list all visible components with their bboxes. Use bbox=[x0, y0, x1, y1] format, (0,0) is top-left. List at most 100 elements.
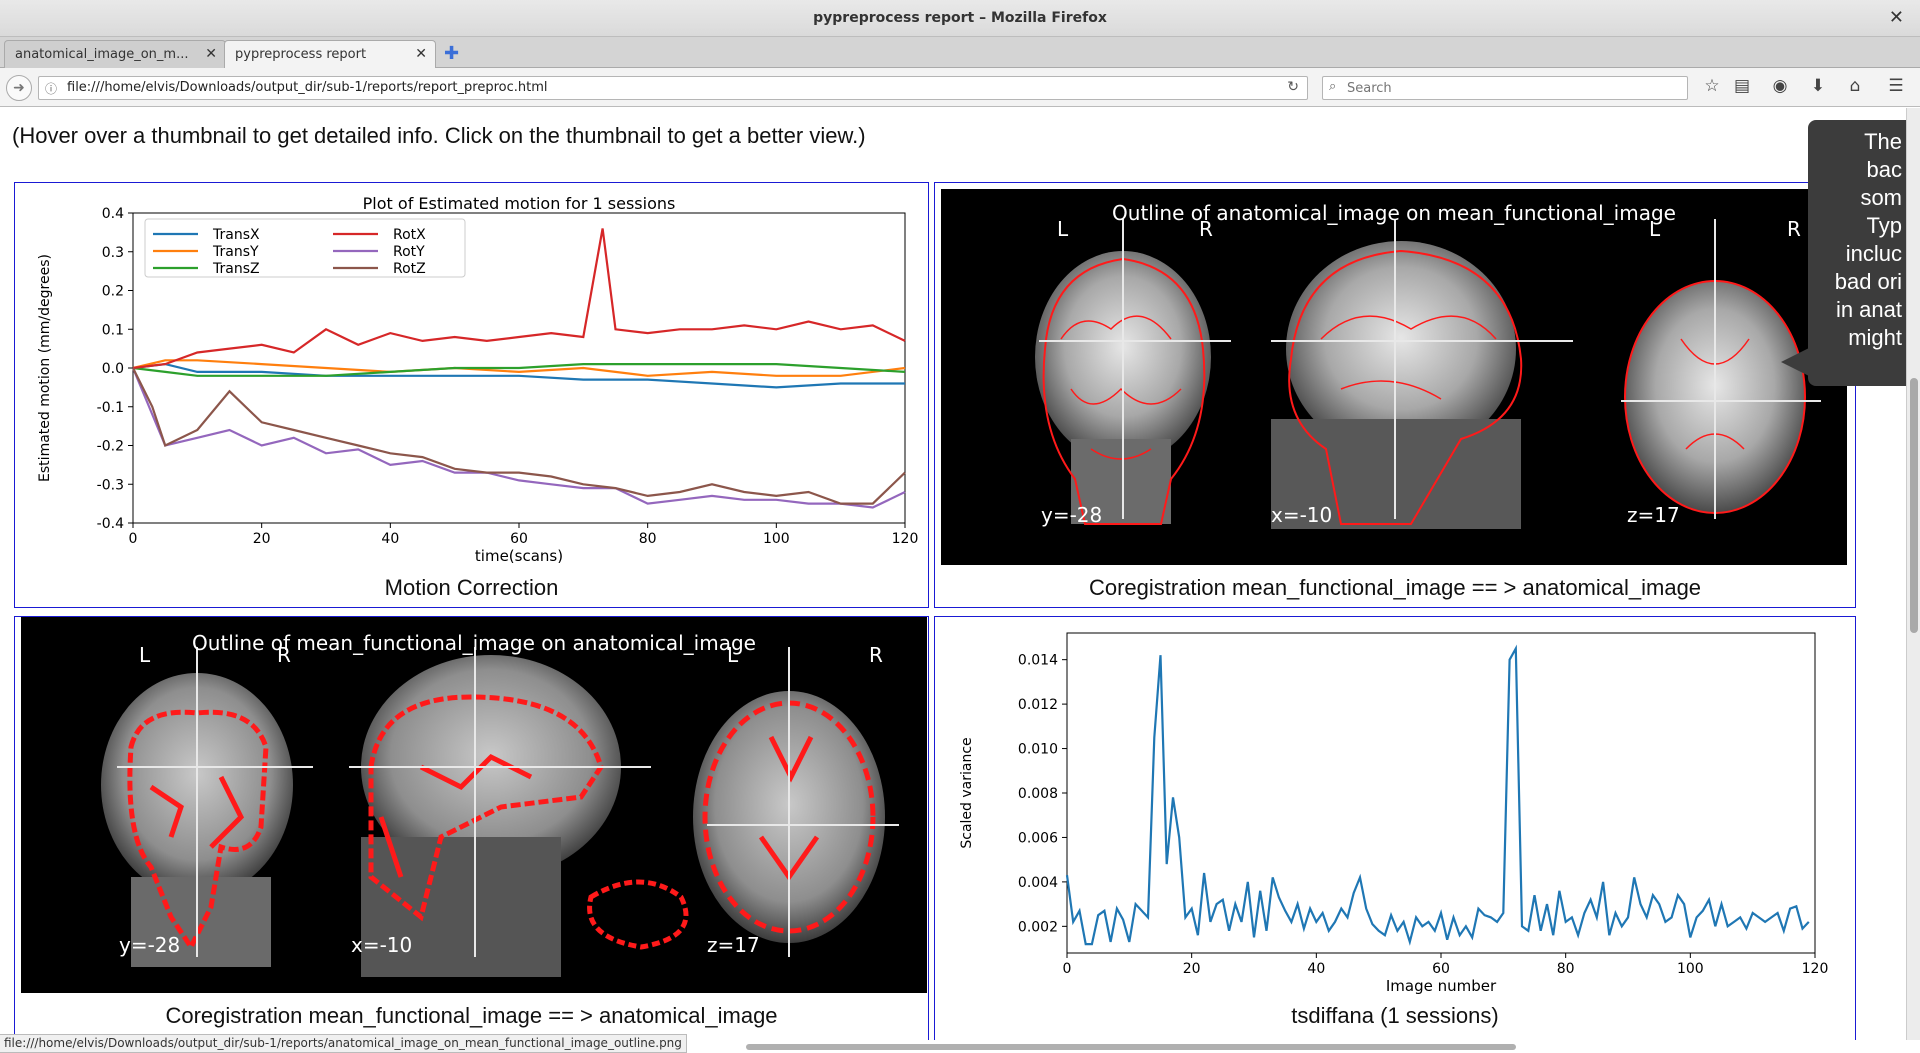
back-arrow-icon: ➜ bbox=[13, 80, 25, 96]
menu-icon[interactable]: ☰ bbox=[1884, 76, 1908, 96]
x-tick-label: 120 bbox=[1802, 961, 1829, 977]
chart-title: Plot of Estimated motion for 1 sessions bbox=[363, 194, 676, 213]
coregistration-panel-1[interactable]: Outline of anatomical_image on mean_func… bbox=[934, 182, 1856, 608]
tab-pypreprocess-report[interactable]: pypreprocess report ✕ bbox=[224, 40, 436, 69]
x-tick-label: 120 bbox=[892, 531, 919, 547]
url-bar[interactable]: ⓘ file:///home/elvis/Downloads/output_di… bbox=[38, 76, 1308, 100]
y-tick-label: 0.012 bbox=[1018, 697, 1058, 713]
x-tick-label: 100 bbox=[763, 531, 790, 547]
tooltip-line: in anat bbox=[1835, 297, 1902, 322]
site-info-icon[interactable]: ⓘ bbox=[45, 80, 57, 97]
left-label-axial: L bbox=[727, 643, 739, 667]
window-close-icon[interactable]: ✕ bbox=[1889, 7, 1904, 28]
tooltip-line: bac bbox=[1866, 157, 1902, 182]
home-icon[interactable]: ⌂ bbox=[1843, 76, 1867, 96]
x-tick-label: 80 bbox=[639, 531, 657, 547]
tab-close-icon[interactable]: ✕ bbox=[205, 46, 217, 62]
search-input[interactable] bbox=[1347, 79, 1677, 97]
coregistration-thumbnail-1[interactable]: Outline of anatomical_image on mean_func… bbox=[941, 189, 1847, 565]
y-axis-label: Estimated motion (mm/degrees) bbox=[37, 254, 53, 482]
page-content: (Hover over a thumbnail to get detailed … bbox=[0, 108, 1906, 1040]
tab-anatomical-image[interactable]: anatomical_image_on_m... ✕ bbox=[4, 40, 226, 68]
cut-y-label: y=-28 bbox=[119, 933, 181, 957]
tooltip-line: bad ori bbox=[1834, 269, 1902, 294]
coregistration-title-2: Outline of mean_functional_image on anat… bbox=[192, 631, 756, 655]
tsdiffana-chart[interactable]: 0 20 40 60 80 100 120 0.002 0.004 0.006 0.008 0.010… bbox=[935, 617, 1855, 997]
cut-z-label: z=17 bbox=[1627, 503, 1680, 527]
search-icon: ⌕ bbox=[1329, 79, 1337, 94]
motion-chart[interactable]: Plot of Estimated motion for 1 sessions 0… bbox=[15, 183, 928, 563]
x-axis-label: Image number bbox=[1386, 977, 1497, 995]
x-tick-label: 60 bbox=[510, 531, 528, 547]
legend-entry: RotY bbox=[393, 244, 425, 260]
page-hint: (Hover over a thumbnail to get detailed … bbox=[12, 123, 866, 148]
window-titlebar: pypreprocess report – Mozilla Firefox ✕ bbox=[0, 0, 1920, 37]
url-text: file:///home/elvis/Downloads/output_dir/… bbox=[67, 80, 548, 95]
back-button[interactable]: ➜ bbox=[6, 75, 32, 101]
bookmark-star-icon[interactable]: ☆ bbox=[1700, 76, 1724, 96]
y-tick-label: 0.3 bbox=[102, 245, 124, 261]
x-tick-label: 40 bbox=[1307, 961, 1325, 977]
y-tick-label: 0.004 bbox=[1018, 875, 1058, 891]
coregistration-panel-2[interactable]: Outline of mean_functional_image on anat… bbox=[14, 616, 929, 1040]
left-label-axial: L bbox=[1649, 217, 1661, 241]
legend-entry: RotX bbox=[393, 227, 426, 243]
bookmarks-list-icon[interactable]: ▤ bbox=[1730, 76, 1754, 96]
x-axis-label: time(scans) bbox=[475, 547, 563, 563]
legend-entry: TransZ bbox=[212, 261, 260, 277]
search-bar[interactable]: ⌕ bbox=[1322, 76, 1688, 100]
tooltip-line: som bbox=[1860, 185, 1902, 210]
cut-x-label: x=-10 bbox=[351, 933, 413, 957]
x-tick-label: 20 bbox=[253, 531, 271, 547]
motion-correction-panel[interactable]: Plot of Estimated motion for 1 sessions 0… bbox=[14, 182, 929, 608]
left-label: L bbox=[1057, 217, 1069, 241]
right-label: R bbox=[1199, 217, 1213, 241]
reload-icon[interactable]: ↻ bbox=[1287, 79, 1299, 95]
y-tick-label: 0.2 bbox=[102, 284, 124, 300]
cut-x-label: x=-10 bbox=[1271, 503, 1333, 527]
tooltip-arrow bbox=[1781, 348, 1809, 376]
coregistration-caption-2: Coregistration mean_functional_image == … bbox=[165, 1003, 778, 1028]
tab-label: pypreprocess report bbox=[235, 47, 367, 62]
horizontal-scrollbar-thumb[interactable] bbox=[746, 1044, 1516, 1050]
coregistration-caption-1: Coregistration mean_functional_image == … bbox=[1088, 575, 1702, 600]
x-tick-label: 60 bbox=[1432, 961, 1450, 977]
tab-label: anatomical_image_on_m... bbox=[15, 47, 189, 62]
plot-frame bbox=[1066, 632, 1816, 954]
tooltip-line: incluc bbox=[1845, 241, 1902, 266]
y-axis-label: Scaled variance bbox=[959, 737, 975, 848]
vertical-scrollbar-thumb[interactable] bbox=[1910, 378, 1918, 633]
cut-y-label: y=-28 bbox=[1041, 503, 1103, 527]
y-tick-label: 0.002 bbox=[1018, 919, 1058, 935]
tooltip-line: might bbox=[1848, 325, 1902, 350]
tsdiffana-caption: tsdiffana (1 sessions) bbox=[1291, 1003, 1499, 1028]
new-tab-icon[interactable]: ✚ bbox=[444, 43, 459, 64]
tsdiffana-panel[interactable]: 0 20 40 60 80 100 120 0.002 0.004 0.006 0.008 0.010… bbox=[934, 616, 1856, 1040]
motion-caption: Motion Correction bbox=[384, 575, 559, 600]
tooltip-line: The bbox=[1864, 129, 1902, 154]
pocket-icon[interactable]: ◉ bbox=[1768, 76, 1792, 96]
tab-bar: anatomical_image_on_m... ✕ pypreprocess … bbox=[0, 37, 1920, 69]
right-label: R bbox=[277, 643, 291, 667]
x-tick-label: 20 bbox=[1183, 961, 1201, 977]
y-tick-label: 0.4 bbox=[102, 206, 124, 222]
coregistration-title-1: Outline of anatomical_image on mean_func… bbox=[1112, 201, 1676, 225]
left-label: L bbox=[139, 643, 151, 667]
y-tick-label: 0.0 bbox=[102, 361, 124, 377]
coregistration-thumbnail-2[interactable]: Outline of mean_functional_image on anat… bbox=[21, 617, 927, 993]
tab-close-icon[interactable]: ✕ bbox=[415, 46, 427, 62]
thumbnail-tooltip: The bac som Typ incluc bad ori in anat m… bbox=[1808, 120, 1906, 386]
legend-entry: TransX bbox=[212, 227, 260, 243]
x-tick-label: 40 bbox=[381, 531, 399, 547]
download-icon[interactable]: ⬇ bbox=[1806, 76, 1830, 96]
x-tick-label: 0 bbox=[129, 531, 138, 547]
y-tick-label: 0.010 bbox=[1018, 742, 1058, 758]
right-label-axial: R bbox=[869, 643, 883, 667]
cut-z-label: z=17 bbox=[707, 933, 760, 957]
window-title: pypreprocess report – Mozilla Firefox bbox=[813, 10, 1107, 26]
vertical-scrollbar[interactable] bbox=[1906, 108, 1920, 1040]
y-tick-label: -0.1 bbox=[97, 400, 124, 416]
status-bar: file:///home/elvis/Downloads/output_dir/… bbox=[0, 1034, 687, 1053]
navigation-toolbar: ➜ ⓘ file:///home/elvis/Downloads/output_… bbox=[0, 68, 1920, 107]
y-tick-label: -0.2 bbox=[97, 439, 124, 455]
